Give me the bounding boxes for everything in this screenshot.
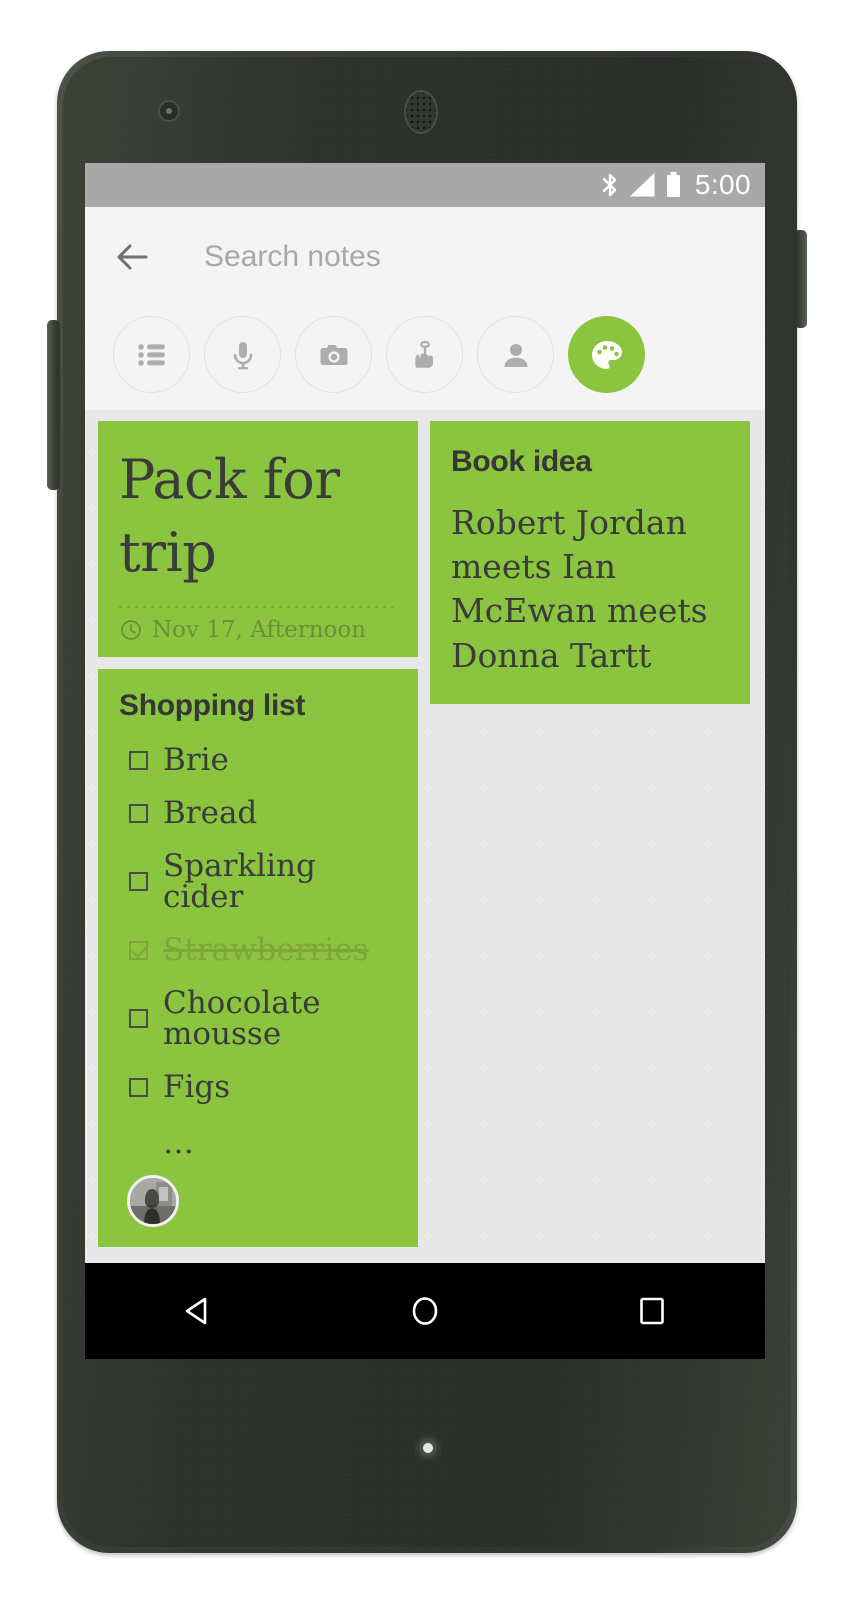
checklist-item[interactable]: Figs (119, 1068, 397, 1105)
filter-chip-shared[interactable] (477, 316, 554, 393)
list-icon (137, 343, 165, 366)
home-circle-icon (412, 1297, 438, 1325)
filter-chip-images[interactable] (295, 316, 372, 393)
checklist-item-label: Brie (163, 741, 229, 778)
clock-icon (121, 619, 141, 640)
search-input[interactable] (202, 239, 626, 275)
volume-rocker-button[interactable] (47, 320, 60, 490)
checklist-item-label: Strawberries (163, 931, 369, 968)
filter-chip-list[interactable] (113, 316, 190, 393)
checklist-more-indicator: … (163, 1124, 196, 1161)
notes-columns: Pack for trip Nov 17, Afternoon Shopping… (98, 421, 753, 1247)
nav-back-button[interactable] (143, 1263, 253, 1359)
checkbox-unchecked-icon[interactable] (129, 750, 148, 770)
status-bar-clock: 5:00 (694, 169, 751, 200)
android-navigation-bar (85, 1263, 765, 1359)
note-body: Robert Jordan meets Ian McEwan meets Don… (451, 503, 708, 675)
reminder-icon (414, 340, 433, 368)
status-bar: 5:00 (85, 163, 765, 207)
person-icon (504, 343, 527, 367)
search-row (85, 207, 765, 307)
mic-icon (233, 341, 252, 369)
notes-column-left: Pack for trip Nov 17, Afternoon Shopping… (98, 421, 418, 1247)
filter-chip-row (85, 307, 765, 402)
checkbox-checked-icon[interactable] (129, 940, 148, 960)
back-arrow-icon[interactable] (110, 235, 154, 279)
notes-grid: Pack for trip Nov 17, Afternoon Shopping… (85, 410, 765, 1263)
note-card-pack-for-trip[interactable]: Pack for trip Nov 17, Afternoon (98, 421, 418, 657)
notes-column-right: Book idea Robert Jordan meets Ian McEwan… (430, 421, 750, 704)
checklist-item[interactable]: Bread (119, 794, 397, 831)
collaborator-avatar[interactable] (127, 1174, 179, 1227)
checkbox-unchecked-icon[interactable] (129, 803, 148, 823)
search-app-bar (85, 207, 765, 410)
note-title: Shopping list (119, 688, 306, 722)
earpiece-speaker-icon (404, 90, 438, 134)
note-divider (119, 605, 397, 608)
filter-chip-colors[interactable] (568, 316, 645, 393)
notification-led-icon (423, 1443, 433, 1453)
note-reminder[interactable]: Nov 17, Afternoon (119, 617, 397, 643)
bluetooth-icon (600, 171, 620, 199)
power-button[interactable] (794, 230, 807, 328)
note-card-book-idea[interactable]: Book idea Robert Jordan meets Ian McEwan… (430, 421, 750, 704)
nav-recents-button[interactable] (597, 1263, 707, 1359)
back-triangle-icon (186, 1297, 207, 1325)
note-title: Book idea (451, 445, 592, 478)
checklist-item[interactable]: Chocolate mousse (119, 984, 397, 1052)
checklist-item-label: Bread (163, 794, 258, 831)
checklist-item-label: Sparkling cider (163, 847, 316, 915)
camera-icon (320, 344, 347, 365)
note-card-shopping-list[interactable]: Shopping list Brie Bread Sparkling cider St… (98, 668, 418, 1247)
note-title: Pack for trip (119, 448, 340, 585)
note-reminder-text: Nov 17, Afternoon (152, 616, 367, 643)
checklist-item[interactable]: Strawberries (119, 931, 397, 968)
note-checklist: Brie Bread Sparkling cider Strawberries Choc… (119, 741, 397, 1105)
signal-icon (629, 172, 656, 198)
nav-home-button[interactable] (370, 1263, 480, 1359)
recents-square-icon (639, 1297, 664, 1325)
checklist-item[interactable]: Brie (119, 741, 397, 778)
battery-icon (665, 171, 682, 199)
checkbox-unchecked-icon[interactable] (129, 1077, 148, 1097)
palette-icon (591, 340, 622, 369)
checkbox-unchecked-icon[interactable] (129, 1009, 148, 1029)
front-camera-icon (158, 100, 180, 122)
checklist-item[interactable]: Sparkling cider (119, 847, 397, 915)
checkbox-unchecked-icon[interactable] (129, 872, 148, 892)
checklist-item-label: Figs (163, 1068, 231, 1105)
filter-chip-reminders[interactable] (386, 316, 463, 393)
checklist-item-label: Chocolate mousse (163, 984, 321, 1052)
phone-screen: 5:00 Search notes Pack for trip Nov 17, … (85, 163, 765, 1359)
filter-chip-audio[interactable] (204, 316, 281, 393)
